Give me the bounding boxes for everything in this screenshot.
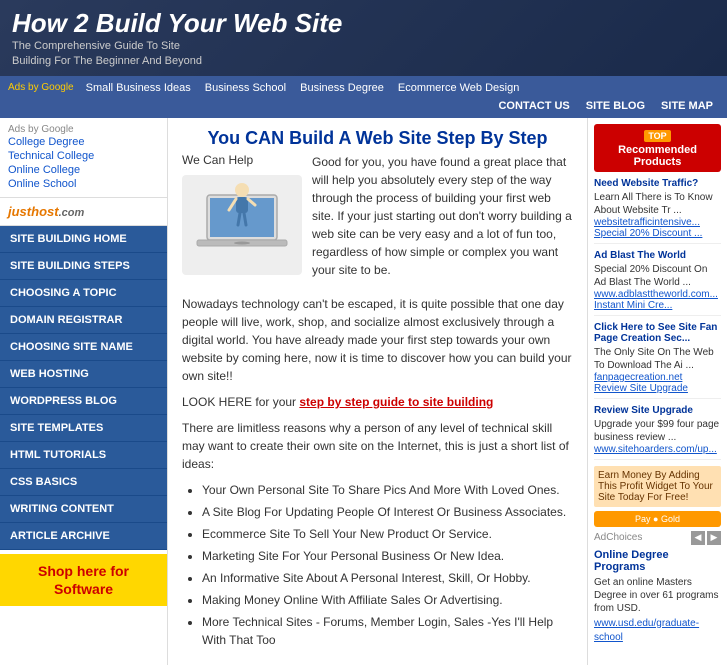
shop-box[interactable]: Shop here for Software: [0, 554, 167, 606]
rec-item-1-title: Need Website Traffic?: [594, 178, 721, 189]
sidebar-item-html-tutorials[interactable]: HTML TUTORIALS: [0, 442, 167, 469]
rec-item-3-link2[interactable]: Review Site Upgrade: [594, 383, 688, 394]
content-para3: There are limitless reasons why a person…: [182, 419, 573, 473]
rec-item-3-title: Click Here to See Site Fan Page Creation…: [594, 322, 721, 344]
sidebar-ads-label: Ads by Google: [8, 124, 159, 135]
recommended-title: Recommended Products: [598, 144, 717, 168]
content-para1: Good for you, you have found a great pla…: [312, 153, 573, 279]
justhost-logo[interactable]: justhost.com: [0, 198, 167, 226]
sidebar-item-site-building-steps[interactable]: SITE BUILDING STEPS: [0, 253, 167, 280]
sidebar-item-site-templates[interactable]: SITE TEMPLATES: [0, 415, 167, 442]
right-sidebar: TOP Recommended Products Need Website Tr…: [587, 118, 727, 665]
rec-item-4-desc: Upgrade your $99 four page business revi…: [594, 418, 721, 444]
navbar-ads-label: Ads by Google: [8, 82, 74, 93]
online-degree-link[interactable]: www.usd.edu/graduate-school: [594, 618, 699, 643]
content-title: You CAN Build A Web Site Step By Step: [182, 128, 573, 149]
navbar: Ads by Google Small Business Ideas Busin…: [0, 76, 727, 118]
nav-contact-us[interactable]: CONTACT US: [492, 98, 575, 114]
online-degree-title: Online Degree Programs: [594, 549, 721, 573]
navbar-right-links: CONTACT US SITE BLOG SITE MAP: [492, 98, 719, 114]
rec-item-2-link[interactable]: www.adblasttheworld.com...: [594, 289, 718, 300]
top-badge: TOP: [644, 130, 670, 142]
adchoices-arrows: ◀ ▶: [691, 531, 721, 545]
main-content: You CAN Build A Web Site Step By Step We…: [168, 118, 587, 665]
content-para2-block: Nowadays technology can't be escaped, it…: [182, 295, 573, 649]
laptop-illustration: [192, 180, 292, 270]
adchoices-prev[interactable]: ◀: [691, 531, 705, 545]
content-intro: We Can Help: [182, 153, 573, 287]
sidebar-item-choosing-topic[interactable]: CHOOSING A TOPIC: [0, 280, 167, 307]
list-item: Ecommerce Site To Sell Your New Product …: [202, 525, 573, 543]
online-degree-desc: Get an online Masters Degree in over 61 …: [594, 576, 721, 615]
paypal-button[interactable]: Pay ● Gold: [594, 511, 721, 527]
rec-item-1-link2[interactable]: Special 20% Discount ...: [594, 228, 702, 239]
content-para2: Nowadays technology can't be escaped, it…: [182, 295, 573, 385]
rec-item-1-link[interactable]: websitetrafficintensive...: [594, 217, 700, 228]
sidebar-nav: SITE BUILDING HOME SITE BUILDING STEPS C…: [0, 226, 167, 550]
nav-link-ecommerce[interactable]: Ecommerce Web Design: [392, 80, 525, 96]
sidebar-item-writing-content[interactable]: WRITING CONTENT: [0, 496, 167, 523]
rec-item-2: Ad Blast The World Special 20% Discount …: [594, 250, 721, 316]
content-text-block: Good for you, you have found a great pla…: [312, 153, 573, 287]
list-item: More Technical Sites - Forums, Member Lo…: [202, 613, 573, 649]
shop-text: Shop here for Software: [8, 562, 159, 598]
sidebar-ad-online-college[interactable]: Online College: [8, 163, 159, 177]
sidebar-ad-college-degree[interactable]: College Degree: [8, 135, 159, 149]
nav-link-business-degree[interactable]: Business Degree: [294, 80, 390, 96]
recommended-box: TOP Recommended Products: [594, 124, 721, 172]
nav-site-blog[interactable]: SITE BLOG: [580, 98, 651, 114]
rec-item-2-link2[interactable]: Instant Mini Cre...: [594, 300, 672, 311]
rec-item-2-title: Ad Blast The World: [594, 250, 721, 261]
main-layout: Ads by Google College Degree Technical C…: [0, 118, 727, 665]
justhost-text: just: [8, 204, 31, 219]
rec-item-4: Review Site Upgrade Upgrade your $99 fou…: [594, 405, 721, 460]
justhost-com: .com: [59, 207, 85, 219]
step-link-pre: LOOK HERE for your: [182, 395, 299, 409]
rec-item-1: Need Website Traffic? Learn All There is…: [594, 178, 721, 244]
sidebar-item-domain-registrar[interactable]: DOMAIN REGISTRAR: [0, 307, 167, 334]
content-list: Your Own Personal Site To Share Pics And…: [202, 481, 573, 649]
sidebar-ad-technical-college[interactable]: Technical College: [8, 149, 159, 163]
adchoices-label: AdChoices: [594, 532, 642, 543]
sidebar-item-web-hosting[interactable]: WEB HOSTING: [0, 361, 167, 388]
earn-text: Earn Money By Adding This Profit Widget …: [598, 470, 713, 503]
site-subtitle2: Building For The Beginner And Beyond: [12, 54, 715, 69]
list-item: Your Own Personal Site To Share Pics And…: [202, 481, 573, 499]
sidebar-ads-section: Ads by Google College Degree Technical C…: [0, 118, 167, 198]
adchoices-next[interactable]: ▶: [707, 531, 721, 545]
sidebar-item-css-basics[interactable]: CSS BASICS: [0, 469, 167, 496]
rec-item-4-title: Review Site Upgrade: [594, 405, 721, 416]
rec-item-4-link[interactable]: www.sitehoarders.com/up...: [594, 444, 717, 455]
step-by-step-link[interactable]: step by step guide to site building: [299, 395, 493, 409]
sidebar-item-wordpress-blog[interactable]: WORDPRESS BLOG: [0, 388, 167, 415]
rec-item-2-desc: Special 20% Discount On Ad Blast The Wor…: [594, 263, 721, 289]
nav-site-map[interactable]: SITE MAP: [655, 98, 719, 114]
sidebar-item-site-building-home[interactable]: SITE BUILDING HOME: [0, 226, 167, 253]
nav-link-business-school[interactable]: Business School: [199, 80, 292, 96]
list-item: Making Money Online With Affiliate Sales…: [202, 591, 573, 609]
rec-item-1-desc: Learn All There is To Know About Website…: [594, 191, 721, 217]
site-subtitle1: The Comprehensive Guide To Site: [12, 39, 715, 54]
left-sidebar: Ads by Google College Degree Technical C…: [0, 118, 168, 665]
rec-item-3-desc: The Only Site On The Web To Download The…: [594, 346, 721, 372]
site-header: How 2 Build Your Web Site The Comprehens…: [0, 0, 727, 76]
rec-item-3-link[interactable]: fanpagecreation.net: [594, 372, 682, 383]
site-title: How 2 Build Your Web Site: [12, 8, 715, 39]
sidebar-item-article-archive[interactable]: ARTICLE ARCHIVE: [0, 523, 167, 550]
nav-link-small-business[interactable]: Small Business Ideas: [80, 80, 197, 96]
shop-line1: Shop here for: [38, 563, 129, 579]
content-step-link-para: LOOK HERE for your step by step guide to…: [182, 393, 573, 411]
shop-line2: Software: [54, 581, 113, 597]
list-item: An Informative Site About A Personal Int…: [202, 569, 573, 587]
list-item: A Site Blog For Updating People Of Inter…: [202, 503, 573, 521]
list-item: Marketing Site For Your Personal Busines…: [202, 547, 573, 565]
laptop-image: [182, 175, 302, 275]
sidebar-ad-online-school[interactable]: Online School: [8, 177, 159, 191]
rec-item-3: Click Here to See Site Fan Page Creation…: [594, 322, 721, 399]
we-can-help-label: We Can Help: [182, 153, 302, 167]
sidebar-item-choosing-site-name[interactable]: CHOOSING SITE NAME: [0, 334, 167, 361]
adchoices-bar: AdChoices ◀ ▶: [594, 531, 721, 545]
earn-widget-box: Earn Money By Adding This Profit Widget …: [594, 466, 721, 507]
justhost-highlight: host: [31, 204, 58, 219]
